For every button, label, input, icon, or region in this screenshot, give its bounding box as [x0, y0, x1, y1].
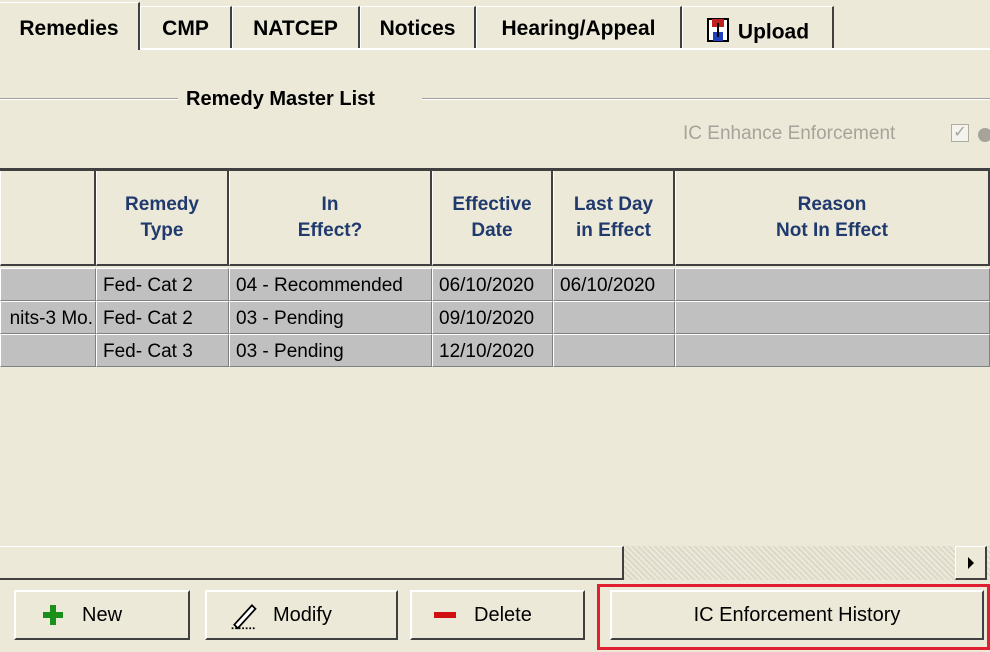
table-cell: [553, 334, 675, 367]
tab-upload[interactable]: Upload: [682, 6, 834, 48]
table-row[interactable]: nits-3 Mo. Fed- Cat 2 03 - Pending 09/10…: [0, 301, 990, 334]
modify-button[interactable]: Modify: [205, 590, 398, 640]
column-header[interactable]: [0, 171, 96, 266]
table-cell: 04 - Recommended: [229, 268, 432, 301]
table-cell: Fed- Cat 2: [96, 268, 229, 301]
ic-enhance-indicator: [978, 128, 990, 142]
tab-natcep[interactable]: NATCEP: [232, 6, 360, 48]
table-cell: 03 - Pending: [229, 301, 432, 334]
group-title: Remedy Master List: [182, 88, 379, 111]
scroll-right-button[interactable]: [955, 546, 987, 580]
table-cell: Fed- Cat 3: [96, 334, 229, 367]
tab-bar: Remedies CMP NATCEP Notices Hearing/Appe…: [0, 0, 990, 50]
table-cell: [675, 334, 990, 367]
new-button[interactable]: New: [14, 590, 190, 640]
column-header-reason[interactable]: Reason Not In Effect: [675, 171, 990, 266]
column-header-in-effect[interactable]: In Effect?: [229, 171, 432, 266]
group-border-right: [422, 98, 990, 100]
plus-icon: [38, 600, 68, 630]
table-cell: [675, 268, 990, 301]
table-cell: 06/10/2020: [432, 268, 553, 301]
minus-icon: [430, 600, 460, 630]
scrollbar-thumb[interactable]: [0, 546, 624, 580]
table-cell: nits-3 Mo.: [0, 301, 96, 334]
tab-notices[interactable]: Notices: [360, 6, 476, 48]
column-header-effective-date[interactable]: Effective Date: [432, 171, 553, 266]
table-cell: [675, 301, 990, 334]
table-cell: 12/10/2020: [432, 334, 553, 367]
horizontal-scrollbar[interactable]: [0, 546, 990, 580]
table-cell: 06/10/2020: [553, 268, 675, 301]
ic-enhance-checkbox[interactable]: ✓: [951, 124, 969, 142]
remedy-table: Remedy Type In Effect? Effective Date La…: [0, 168, 990, 598]
delete-button[interactable]: Delete: [410, 590, 585, 640]
table-cell: 03 - Pending: [229, 334, 432, 367]
table-row[interactable]: Fed- Cat 3 03 - Pending 12/10/2020: [0, 334, 990, 367]
tab-underline: [0, 48, 990, 50]
table-cell: 09/10/2020: [432, 301, 553, 334]
column-header-last-day[interactable]: Last Day in Effect: [553, 171, 675, 266]
table-cell: [0, 334, 96, 367]
group-border-left: [0, 98, 178, 100]
table-cell: [0, 268, 96, 301]
table-cell: Fed- Cat 2: [96, 301, 229, 334]
column-header-remedy-type[interactable]: Remedy Type: [96, 171, 229, 266]
upload-icon: [706, 17, 730, 49]
arrow-right-icon: [967, 556, 974, 569]
tab-remedies[interactable]: Remedies: [0, 2, 140, 50]
tab-hearing-appeal[interactable]: Hearing/Appeal: [476, 6, 682, 48]
table-cell: [553, 301, 675, 334]
tab-cmp[interactable]: CMP: [140, 6, 232, 48]
ic-enhance-label: IC Enhance Enforcement: [683, 123, 896, 144]
table-row[interactable]: Fed- Cat 2 04 - Recommended 06/10/2020 0…: [0, 268, 990, 301]
highlight-box: [597, 584, 990, 650]
pencil-icon: [229, 600, 259, 630]
